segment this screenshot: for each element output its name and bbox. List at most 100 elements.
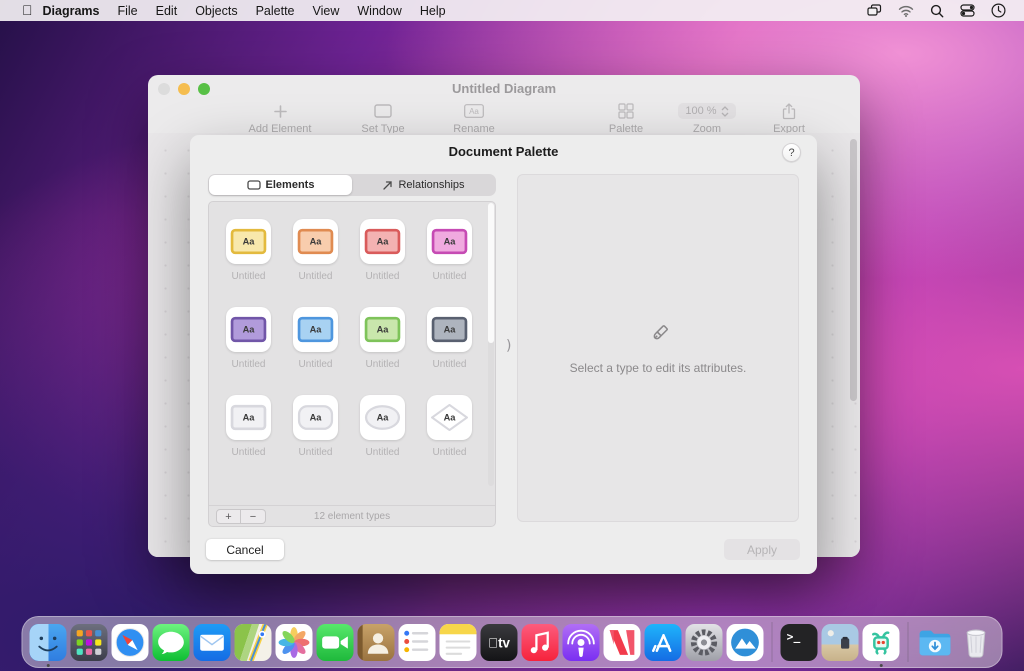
- dialog-title: Document Palette: [190, 144, 817, 159]
- element-type-swatch[interactable]: Aa: [293, 219, 338, 264]
- menu-view[interactable]: View: [313, 4, 340, 18]
- tab-elements[interactable]: Elements: [209, 175, 352, 195]
- dock-trash[interactable]: [956, 616, 997, 668]
- dock-photos[interactable]: [274, 616, 315, 668]
- element-type-swatch[interactable]: Aa: [226, 307, 271, 352]
- element-type-grid: AaUntitledAaUntitledAaUntitledAaUntitled…: [209, 202, 485, 458]
- apple-menu-icon[interactable]: : [22, 2, 33, 18]
- canvas-scrollbar[interactable]: [850, 139, 857, 401]
- dock-separator: [772, 622, 773, 662]
- element-type-swatch[interactable]: Aa: [360, 395, 405, 440]
- system-preferences-icon: [686, 624, 723, 661]
- toolbar-set-type[interactable]: Set Type: [333, 101, 433, 135]
- dock-messages[interactable]: [151, 616, 192, 668]
- svg-text:Aa: Aa: [310, 412, 323, 422]
- music-icon: [522, 624, 559, 661]
- element-type-label: Untitled: [433, 271, 467, 282]
- element-type-swatch[interactable]: Aa: [226, 219, 271, 264]
- notes-icon: [440, 624, 477, 661]
- cancel-button[interactable]: Cancel: [206, 539, 284, 560]
- running-indicator: [46, 664, 50, 668]
- dock-diagrams[interactable]: [861, 616, 902, 668]
- element-type-swatch[interactable]: Aa: [427, 395, 472, 440]
- menu-edit[interactable]: Edit: [156, 4, 178, 18]
- app-menu-title[interactable]: Diagrams: [43, 4, 100, 18]
- elements-tab-icon: [247, 180, 261, 190]
- dock-reminders[interactable]: [397, 616, 438, 668]
- element-type-label: Untitled: [366, 447, 400, 458]
- dock-downloads[interactable]: [915, 616, 956, 668]
- export-icon: [739, 101, 839, 121]
- element-type-list: AaUntitledAaUntitledAaUntitledAaUntitled…: [208, 201, 496, 527]
- zoom-value: 100 %: [685, 105, 716, 117]
- element-type-swatch[interactable]: Aa: [226, 395, 271, 440]
- toolbar-add-element[interactable]: Add Element: [230, 101, 330, 135]
- displays-icon[interactable]: [867, 4, 882, 17]
- dock-finder[interactable]: [28, 616, 69, 668]
- menu-file[interactable]: File: [117, 4, 137, 18]
- dock-facetime[interactable]: [315, 616, 356, 668]
- wifi-icon[interactable]: [898, 5, 914, 17]
- element-type-swatch[interactable]: Aa: [293, 307, 338, 352]
- window-titlebar[interactable]: Untitled Diagram: [148, 75, 860, 102]
- zoom-stepper[interactable]: 100 %: [678, 103, 735, 119]
- help-button[interactable]: ?: [782, 143, 801, 162]
- element-type-label: Untitled: [232, 447, 266, 458]
- menu-objects[interactable]: Objects: [195, 4, 237, 18]
- tab-label: Relationships: [398, 179, 464, 191]
- dock-maps[interactable]: [233, 616, 274, 668]
- element-type-swatch[interactable]: Aa: [427, 307, 472, 352]
- mountain-app-icon: [727, 624, 764, 661]
- dock-mail[interactable]: [192, 616, 233, 668]
- element-type-5: AaUntitled: [226, 307, 271, 370]
- dock-terminal[interactable]: >_: [779, 616, 820, 668]
- panel-collapse-handle[interactable]: ): [506, 338, 511, 354]
- apply-button[interactable]: Apply: [724, 539, 800, 560]
- svg-text:Aa: Aa: [310, 324, 323, 334]
- dock-podcasts[interactable]: [561, 616, 602, 668]
- paintbrush-icon: [645, 322, 671, 348]
- element-type-label: Untitled: [366, 271, 400, 282]
- messages-icon: [153, 624, 190, 661]
- dock-safari[interactable]: [110, 616, 151, 668]
- svg-text:Aa: Aa: [310, 236, 323, 246]
- photos-icon: [276, 624, 313, 661]
- search-icon[interactable]: [930, 4, 944, 18]
- element-type-swatch[interactable]: Aa: [360, 307, 405, 352]
- control-center-icon[interactable]: [960, 4, 975, 17]
- dock-launchpad[interactable]: [69, 616, 110, 668]
- dock-image-file[interactable]: [820, 616, 861, 668]
- dock-music[interactable]: [520, 616, 561, 668]
- remove-type-button[interactable]: −: [241, 509, 266, 524]
- svg-text:tv: tv: [488, 635, 510, 650]
- svg-text:Aa: Aa: [377, 324, 390, 334]
- element-type-label: Untitled: [299, 359, 333, 370]
- add-type-button[interactable]: +: [216, 509, 241, 524]
- empty-state-text: Select a type to edit its attributes.: [570, 361, 747, 375]
- element-type-swatch[interactable]: Aa: [427, 219, 472, 264]
- menu-help[interactable]: Help: [420, 4, 446, 18]
- rename-icon: Aa: [424, 101, 524, 121]
- dock-notes[interactable]: [438, 616, 479, 668]
- dock: tv >_: [22, 616, 1003, 668]
- clock-icon[interactable]: [991, 3, 1006, 18]
- dock-system-preferences[interactable]: [684, 616, 725, 668]
- menu-palette[interactable]: Palette: [256, 4, 295, 18]
- toolbar-export[interactable]: Export: [739, 101, 839, 135]
- downloads-icon: [917, 624, 954, 661]
- tab-label: Elements: [266, 179, 315, 191]
- element-type-swatch[interactable]: Aa: [293, 395, 338, 440]
- tab-relationships[interactable]: Relationships: [352, 175, 495, 195]
- dock-mountain-app[interactable]: [725, 616, 766, 668]
- menu-window[interactable]: Window: [357, 4, 401, 18]
- element-type-label: Untitled: [366, 359, 400, 370]
- dock-tv[interactable]: tv: [479, 616, 520, 668]
- dock-contacts[interactable]: [356, 616, 397, 668]
- element-type-swatch[interactable]: Aa: [360, 219, 405, 264]
- dock-news[interactable]: [602, 616, 643, 668]
- contacts-icon: [358, 624, 395, 661]
- list-scrollbar-thumb[interactable]: [488, 203, 494, 343]
- dock-app-store[interactable]: [643, 616, 684, 668]
- window-title: Untitled Diagram: [148, 81, 860, 96]
- toolbar-rename[interactable]: AaRename: [424, 101, 524, 135]
